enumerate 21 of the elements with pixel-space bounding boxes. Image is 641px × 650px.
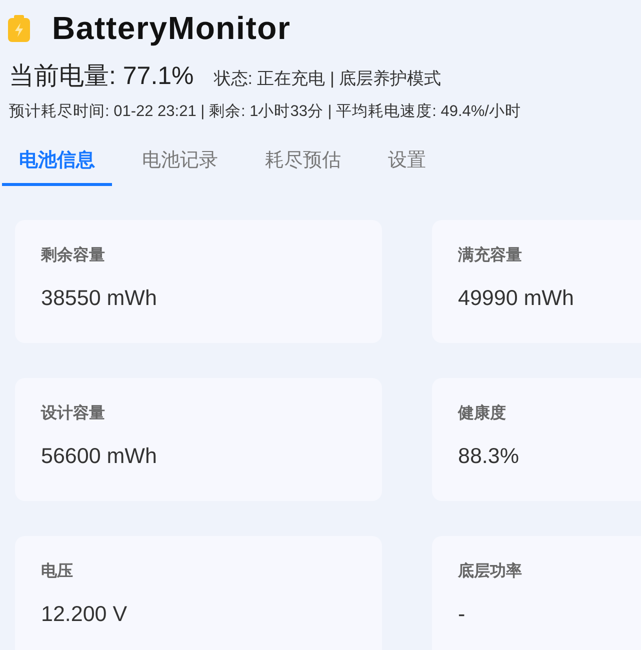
charge-reading: 当前电量: 77.1%	[9, 61, 194, 92]
tab[interactable]: 耗尽预估	[248, 130, 358, 186]
card-label: 底层功率	[458, 561, 522, 582]
card-label: 剩余容量	[41, 245, 105, 266]
card-value: 49990 mWh	[458, 285, 574, 312]
card-label: 健康度	[458, 403, 506, 424]
card-value: 56600 mWh	[41, 443, 157, 470]
tab[interactable]: 设置	[371, 130, 443, 186]
app-title: BatteryMonitor	[52, 9, 291, 48]
tab[interactable]: 电池信息	[2, 130, 112, 186]
card-value: 88.3%	[458, 443, 519, 470]
battery-icon	[8, 14, 30, 42]
card-value: 38550 mWh	[41, 285, 157, 312]
card-value: 12.200 V	[41, 601, 128, 628]
card-label: 满充容量	[458, 245, 522, 266]
card-value: -	[458, 601, 466, 628]
tab[interactable]: 电池记录	[125, 130, 235, 186]
card-label: 设计容量	[41, 403, 105, 424]
status-text: 状态: 正在充电 | 底层养护模式	[214, 68, 442, 90]
card-label: 电压	[41, 562, 73, 582]
estimate-text: 预计耗尽时间: 01-22 23:21 | 剩余: 1小时33分 | 平均耗电速度: 49.4%/小时	[8, 102, 522, 122]
